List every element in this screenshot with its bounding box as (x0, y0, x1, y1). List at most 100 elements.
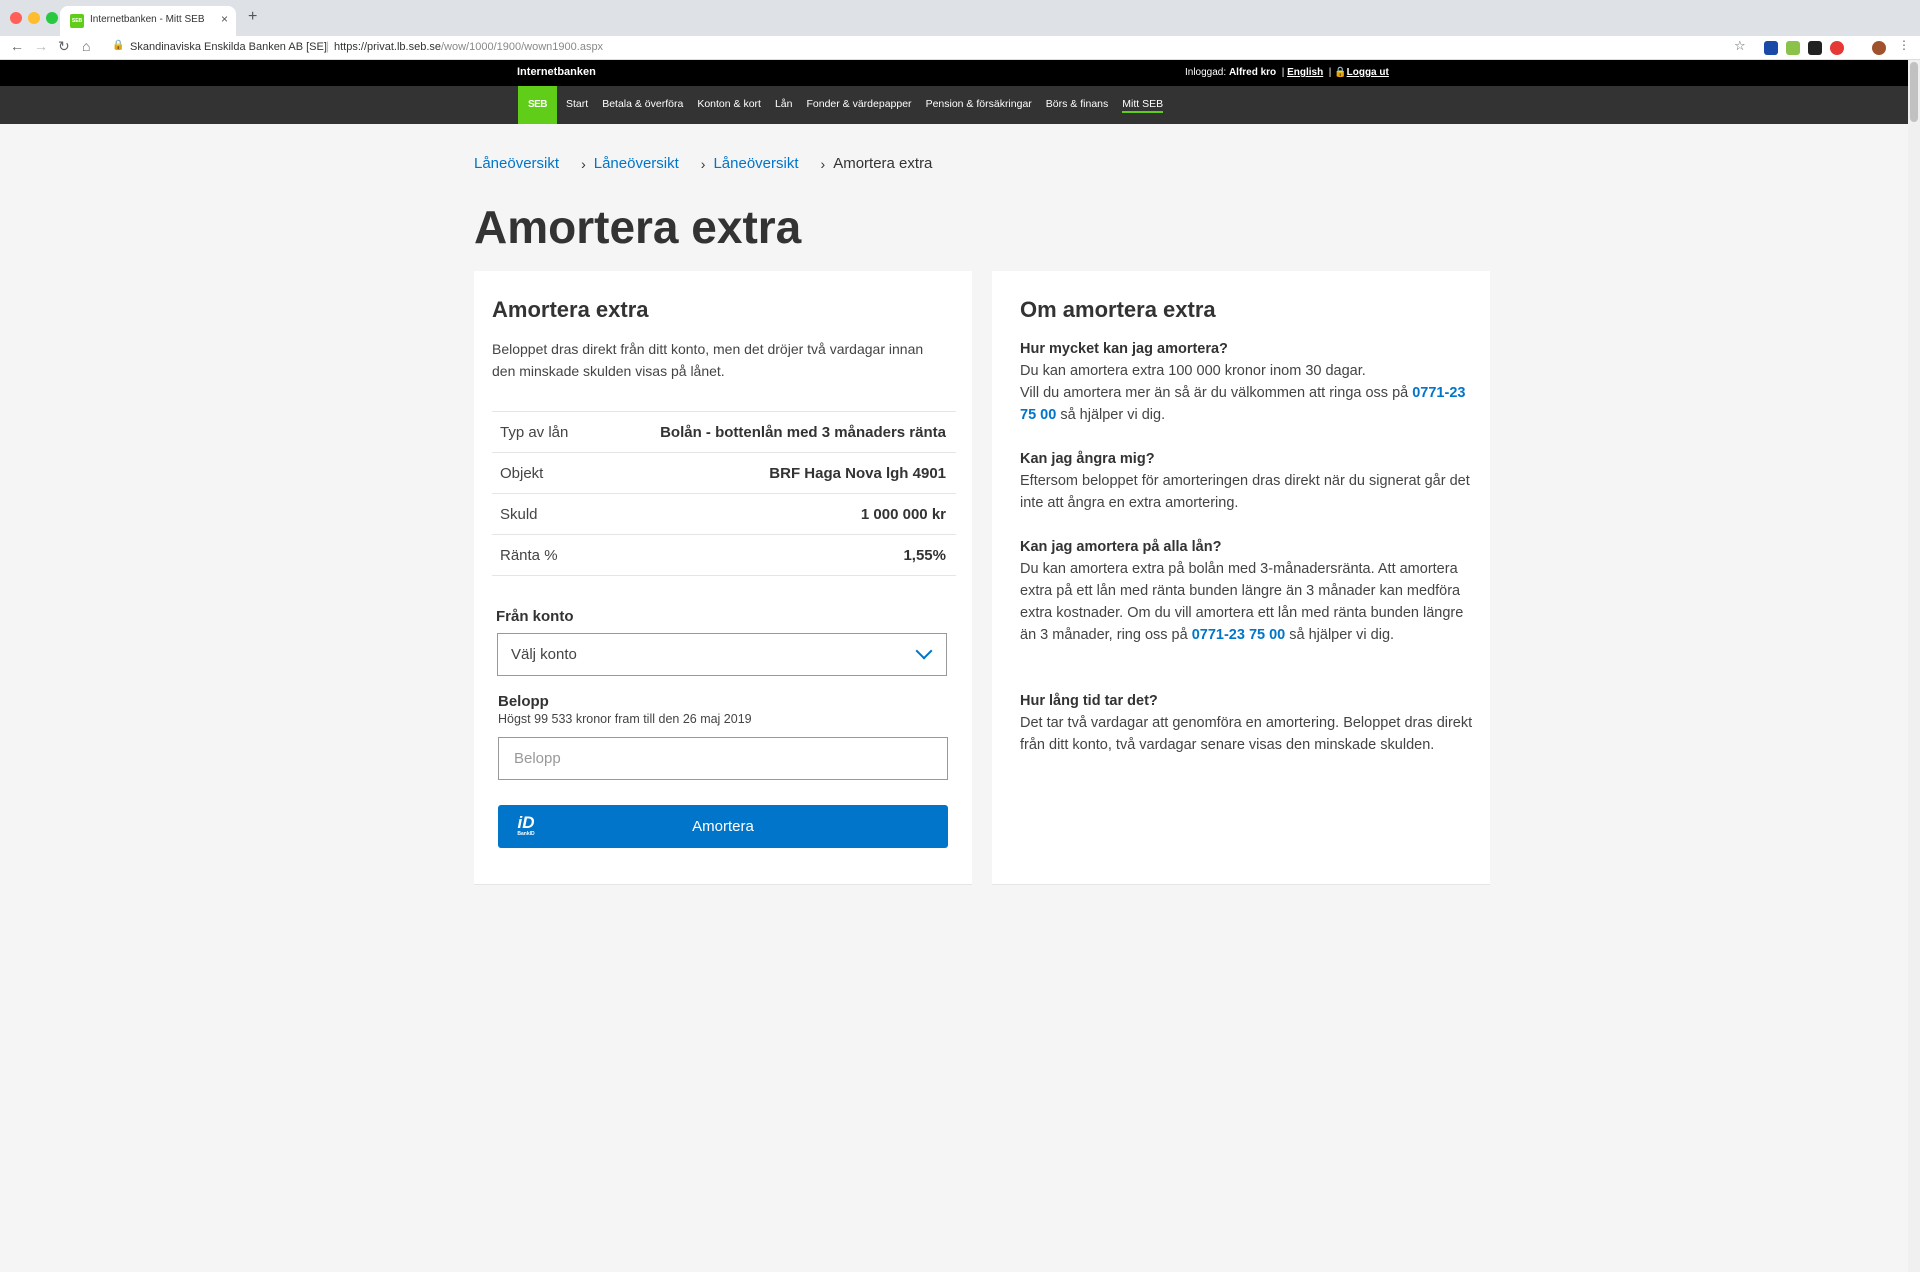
nav-item-lan[interactable]: Lån (775, 98, 793, 113)
from-account-label: Från konto (496, 608, 574, 625)
object-label: Objekt (500, 464, 544, 482)
faq-answer: Det tar två vardagar att genomföra en am… (1020, 715, 1473, 753)
faq-answer: Du kan amortera extra på bolån med 3-mån… (1020, 558, 1475, 646)
address-separator: | (326, 39, 330, 53)
interest-label: Ränta % (500, 546, 558, 564)
faq-question: Hur lång tid tar det? (1020, 693, 1158, 709)
tab-title: Internetbanken - Mitt SEB (90, 14, 205, 25)
loan-type-label: Typ av lån (500, 423, 569, 441)
debt-label: Skuld (500, 505, 538, 523)
chevron-right-icon: › (820, 155, 826, 172)
form-card-intro: Beloppet dras direkt från ditt konto, me… (492, 341, 924, 379)
extension-icon-3[interactable] (1808, 41, 1822, 55)
loan-info-table: Typ av lån Bolån - bottenlån med 3 månad… (492, 411, 956, 576)
browser-toolbar: ← → ↻ ⌂ 🔒 Skandinaviska Enskilda Banken … (0, 36, 1920, 60)
bookmark-star-icon[interactable]: ☆ (1734, 38, 1746, 54)
from-account-value: Välj konto (511, 646, 577, 663)
bankid-icon: iD BankID (514, 814, 538, 839)
chevron-right-icon: › (700, 155, 706, 172)
chevron-right-icon: › (581, 155, 586, 172)
home-icon[interactable]: ⌂ (82, 38, 90, 54)
amount-hint: Högst 99 533 kronor fram till den 26 maj… (498, 712, 752, 726)
url-host: https://privat.lb.seb.se (334, 41, 441, 53)
debt-value: 1 000 000 kr (860, 505, 946, 523)
browser-tab-bar: SEB Internetbanken - Mitt SEB × + (0, 0, 1920, 36)
faq-question: Hur mycket kan jag amortera? (1020, 341, 1228, 357)
maximize-window-button[interactable] (46, 12, 58, 24)
faq-item-2: Kan jag ångra mig? Eftersom beloppet för… (1020, 448, 1475, 514)
address-bar[interactable]: https://privat.lb.seb.se/wow/1000/1900/w… (334, 41, 603, 53)
lock-icon: 🔒 (112, 40, 125, 51)
amortize-form-card: Amortera extra Beloppet dras direkt från… (474, 271, 972, 885)
nav-item-mitt-seb[interactable]: Mitt SEB (1122, 98, 1164, 113)
faq-answer-text: Du kan amortera extra 100 000 kronor ino… (1020, 363, 1366, 379)
nav-item-fonder[interactable]: Fonder & värdepapper (806, 98, 911, 113)
menu-kebab-icon[interactable]: ⋮ (1898, 38, 1910, 52)
breadcrumb-link-3[interactable]: Låneöversikt (713, 155, 798, 172)
user-info: Inloggad: Alfred kro | English | 🔒Logga … (1185, 67, 1389, 78)
faq-answer-text: Vill du amortera mer än så är du välkomm… (1020, 385, 1409, 401)
nav-items: Start Betala & överföra Konton & kort Lå… (566, 98, 1164, 113)
faq-answer-text: så hjälper vi dig. (1060, 407, 1166, 423)
nav-item-start[interactable]: Start (566, 98, 588, 113)
nav-item-betala[interactable]: Betala & överföra (602, 98, 683, 113)
breadcrumb-link-2[interactable]: Låneöversikt (594, 155, 679, 172)
nav-item-bors[interactable]: Börs & finans (1046, 98, 1108, 113)
breadcrumb-link-1[interactable]: Låneöversikt (474, 155, 559, 172)
close-window-button[interactable] (10, 12, 22, 24)
seb-top-bar: Internetbanken Inloggad: Alfred kro | En… (0, 60, 1908, 86)
amortize-button-label: Amortera (692, 818, 754, 835)
phone-link[interactable]: 0771-23 75 00 (1192, 627, 1286, 643)
logout-link[interactable]: Logga ut (1347, 67, 1389, 78)
breadcrumb: Låneöversikt › Låneöversikt › Låneöversi… (474, 155, 932, 172)
faq-answer: Eftersom beloppet för amorteringen dras … (1020, 473, 1470, 511)
scrollbar-thumb[interactable] (1910, 62, 1918, 122)
faq-answer-text: så hjälper vi dig. (1289, 627, 1395, 643)
page-title: Amortera extra (474, 201, 802, 253)
seb-logo[interactable]: SEB (518, 86, 557, 124)
bankid-label: BankID (517, 831, 535, 837)
table-row: Skuld 1 000 000 kr (492, 494, 956, 535)
english-link[interactable]: English (1287, 67, 1323, 78)
object-value: BRF Haga Nova lgh 4901 (769, 464, 946, 482)
extension-icon-1[interactable] (1764, 41, 1778, 55)
forward-arrow-icon[interactable]: → (34, 38, 48, 54)
faq-item-3: Kan jag amortera på alla lån? Du kan amo… (1020, 536, 1475, 646)
user-name: Alfred kro (1228, 67, 1277, 78)
new-tab-icon[interactable]: + (248, 8, 257, 26)
nav-item-pension[interactable]: Pension & försäkringar (926, 98, 1032, 113)
amount-input[interactable] (498, 737, 948, 780)
profile-avatar-icon[interactable] (1872, 41, 1886, 55)
loan-type-value: Bolån - bottenlån med 3 månaders ränta (660, 423, 946, 441)
main-nav: SEB Start Betala & överföra Konton & kor… (0, 86, 1908, 124)
faq-item-1: Hur mycket kan jag amortera? Du kan amor… (1020, 338, 1475, 426)
minimize-window-button[interactable] (28, 12, 40, 24)
from-account-select[interactable]: Välj konto (497, 633, 947, 676)
chevron-down-icon (915, 642, 933, 660)
info-card-title: Om amortera extra (1020, 297, 1216, 322)
info-card: Om amortera extra Hur mycket kan jag amo… (992, 271, 1490, 885)
faq-answer: Du kan amortera extra 100 000 kronor ino… (1020, 360, 1475, 426)
nav-item-konton[interactable]: Konton & kort (697, 98, 761, 113)
page-scrollbar[interactable] (1908, 60, 1920, 1272)
faq-item-4: Hur lång tid tar det? Det tar två vardag… (1020, 690, 1475, 756)
url-path: /wow/1000/1900/wown1900.aspx (441, 41, 604, 53)
tab-close-icon[interactable]: × (221, 12, 228, 26)
back-arrow-icon[interactable]: ← (10, 38, 24, 54)
brand-name: Internetbanken (517, 66, 596, 78)
table-row: Typ av lån Bolån - bottenlån med 3 månad… (492, 412, 956, 453)
faq-question: Kan jag amortera på alla lån? (1020, 539, 1222, 555)
table-row: Ränta % 1,55% (492, 535, 956, 576)
form-card-title: Amortera extra (492, 297, 649, 322)
browser-tab[interactable]: SEB Internetbanken - Mitt SEB × (60, 6, 236, 36)
amortize-button[interactable]: iD BankID Amortera (498, 805, 948, 848)
interest-value: 1,55% (903, 546, 946, 564)
logged-in-label: Inloggad: (1185, 67, 1227, 78)
faq-question: Kan jag ångra mig? (1020, 451, 1155, 467)
breadcrumb-current: Amortera extra (833, 155, 933, 172)
reload-icon[interactable]: ↻ (58, 38, 70, 55)
lock-icon: 🔒 (1334, 67, 1347, 78)
extension-icon-2[interactable] (1786, 41, 1800, 55)
amount-label: Belopp (498, 693, 549, 710)
opera-icon[interactable] (1830, 41, 1844, 55)
